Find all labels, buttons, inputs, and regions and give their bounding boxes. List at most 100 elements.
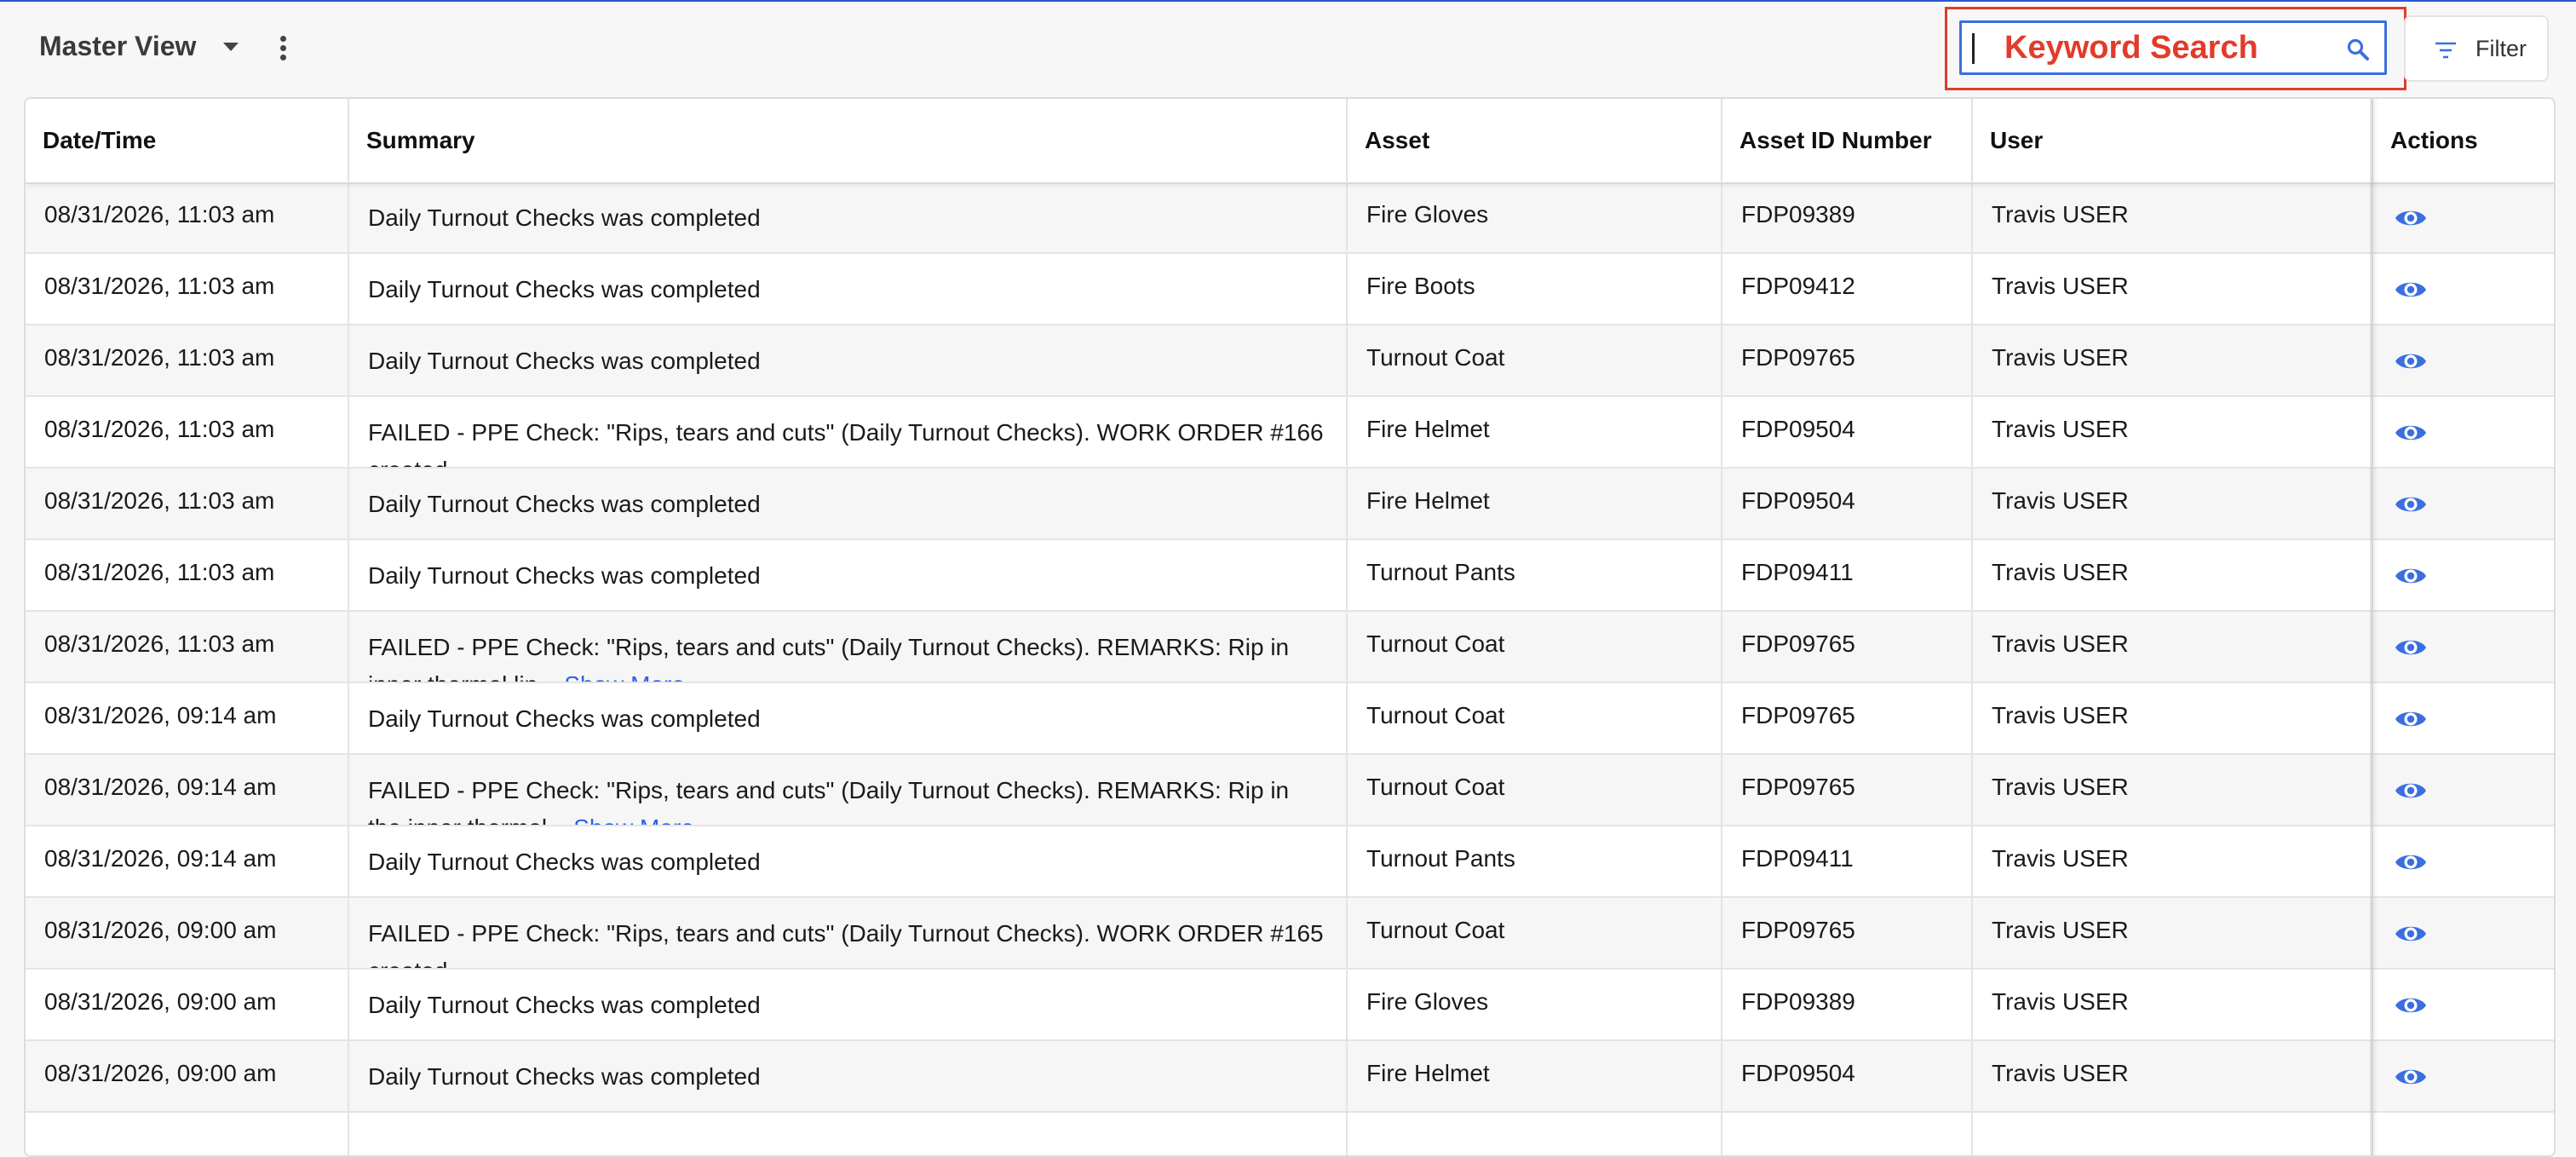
table-row[interactable]: 08/31/2026, 09:14 am Daily Turnout Checks…	[26, 826, 2554, 898]
cell-asset: Turnout Pants	[1348, 540, 1722, 610]
caret-down-icon[interactable]	[223, 43, 239, 51]
cell-asset-id-text: FDP09389	[1741, 201, 1855, 227]
cell-asset: Fire Helmet	[1348, 469, 1722, 538]
cell-asset-id: FDP09765	[1722, 325, 1973, 395]
cell-summary: FAILED - PPE Check: "Rips, tears and cut…	[349, 397, 1348, 467]
cell-asset-id: FDP09504	[1722, 397, 1973, 467]
table-header: Date/Time Summary Asset Asset ID Number …	[26, 99, 2554, 184]
cell-summary-text: FAILED - PPE Check: "Rips, tears and cut…	[368, 920, 1324, 968]
cell-asset: Turnout Coat	[1348, 683, 1722, 753]
cell-summary-text: FAILED - PPE Check: "Rips, tears and cut…	[368, 634, 1290, 682]
cell-datetime: 08/31/2026, 11:03 am	[26, 325, 349, 395]
cell-actions	[2373, 325, 2554, 395]
cell-asset-id: FDP09412	[1722, 254, 1973, 324]
table-row[interactable]: 08/31/2026, 09:14 am FAILED - PPE Check: …	[26, 755, 2554, 826]
cell-summary: Daily Turnout Checks was completed	[349, 683, 1348, 753]
cell-asset-id-text: FDP09765	[1741, 344, 1855, 371]
filter-button[interactable]: Filter	[2404, 15, 2549, 82]
view-eye-icon[interactable]	[2394, 1060, 2428, 1094]
cell-asset-id-text: FDP09765	[1741, 630, 1855, 657]
cell-datetime-text: 08/31/2026, 09:14 am	[44, 774, 277, 800]
cell-asset-id: FDP09765	[1722, 683, 1973, 753]
view-eye-icon[interactable]	[2394, 774, 2428, 808]
show-more-link[interactable]: Show More	[573, 815, 694, 825]
search-input[interactable]: Keyword Search	[1959, 20, 2387, 75]
view-eye-icon[interactable]	[2394, 845, 2428, 879]
cell-actions	[2373, 182, 2554, 252]
cell-asset-text: Turnout Coat	[1366, 774, 1505, 800]
search-icon[interactable]	[2345, 37, 2371, 62]
cell-asset-text: Fire Helmet	[1366, 1060, 1490, 1086]
cell-actions	[2373, 254, 2554, 324]
cell-user-text: Travis USER	[1992, 273, 2129, 299]
cell-user: Travis USER	[1973, 1041, 2373, 1111]
table-row[interactable]: 08/31/2026, 11:03 am Daily Turnout Checks…	[26, 325, 2554, 397]
cell-datetime-text: 08/31/2026, 09:00 am	[44, 988, 277, 1015]
cell-user-text: Travis USER	[1992, 988, 2129, 1015]
filter-icon	[2435, 42, 2456, 59]
cell-asset-text: Turnout Pants	[1366, 559, 1515, 585]
cell-asset-text: Turnout Coat	[1366, 630, 1505, 657]
cell-user: Travis USER	[1973, 182, 2373, 252]
table-row[interactable]: 08/31/2026, 09:00 am Daily Turnout Checks…	[26, 1041, 2554, 1113]
cell-asset-id-text: FDP09504	[1741, 416, 1855, 442]
cell-user: Travis USER	[1973, 970, 2373, 1039]
table-row[interactable]	[26, 1113, 2554, 1155]
search-placeholder: Keyword Search	[2004, 30, 2258, 66]
cell-asset: Fire Helmet	[1348, 1041, 1722, 1111]
cell-asset: Turnout Coat	[1348, 325, 1722, 395]
cell-summary: FAILED - PPE Check: "Rips, tears and cut…	[349, 898, 1348, 968]
table-row[interactable]: 08/31/2026, 09:00 am Daily Turnout Checks…	[26, 970, 2554, 1041]
view-eye-icon[interactable]	[2394, 487, 2428, 521]
column-header-summary[interactable]: Summary	[349, 99, 1348, 182]
table-row[interactable]: 08/31/2026, 09:14 am Daily Turnout Checks…	[26, 683, 2554, 755]
cell-asset	[1348, 1113, 1722, 1155]
cell-user	[1973, 1113, 2373, 1155]
show-more-link[interactable]: Show More	[564, 671, 685, 682]
table-row[interactable]: 08/31/2026, 11:03 am FAILED - PPE Check: …	[26, 397, 2554, 469]
column-header-asset-id[interactable]: Asset ID Number	[1722, 99, 1973, 182]
view-title[interactable]: Master View	[39, 31, 196, 62]
cell-user-text: Travis USER	[1992, 702, 2129, 728]
column-header-asset[interactable]: Asset	[1348, 99, 1722, 182]
cell-summary	[349, 1113, 1348, 1155]
view-eye-icon[interactable]	[2394, 917, 2428, 951]
table-row[interactable]: 08/31/2026, 11:03 am Daily Turnout Checks…	[26, 254, 2554, 325]
view-eye-icon[interactable]	[2394, 416, 2428, 450]
cell-asset-id-text: FDP09765	[1741, 774, 1855, 800]
cell-summary: Daily Turnout Checks was completed	[349, 540, 1348, 610]
cell-datetime-text: 08/31/2026, 11:03 am	[44, 559, 275, 585]
cell-datetime-text: 08/31/2026, 11:03 am	[44, 630, 275, 657]
cell-summary: Daily Turnout Checks was completed	[349, 1041, 1348, 1111]
kebab-menu-icon[interactable]	[278, 36, 288, 63]
table-row[interactable]: 08/31/2026, 11:03 am FAILED - PPE Check: …	[26, 612, 2554, 683]
view-eye-icon[interactable]	[2394, 988, 2428, 1022]
column-header-user[interactable]: User	[1973, 99, 2373, 182]
view-eye-icon[interactable]	[2394, 201, 2428, 235]
view-eye-icon[interactable]	[2394, 559, 2428, 593]
view-eye-icon[interactable]	[2394, 273, 2428, 307]
cell-datetime-text: 08/31/2026, 09:00 am	[44, 917, 277, 943]
cell-datetime: 08/31/2026, 09:00 am	[26, 970, 349, 1039]
cell-datetime-text: 08/31/2026, 11:03 am	[44, 344, 275, 371]
table-row[interactable]: 08/31/2026, 11:03 am Daily Turnout Checks…	[26, 540, 2554, 612]
table-row[interactable]: 08/31/2026, 09:00 am FAILED - PPE Check: …	[26, 898, 2554, 970]
view-eye-icon[interactable]	[2394, 344, 2428, 378]
table-row[interactable]: 08/31/2026, 11:03 am Daily Turnout Checks…	[26, 182, 2554, 254]
cell-asset-text: Turnout Pants	[1366, 845, 1515, 872]
cell-asset: Turnout Coat	[1348, 612, 1722, 682]
column-header-datetime[interactable]: Date/Time	[26, 99, 349, 182]
view-eye-icon[interactable]	[2394, 630, 2428, 665]
cell-asset-text: Turnout Coat	[1366, 917, 1505, 943]
cell-asset: Fire Gloves	[1348, 182, 1722, 252]
cell-user-text: Travis USER	[1992, 774, 2129, 800]
cell-asset-text: Fire Helmet	[1366, 416, 1490, 442]
view-eye-icon[interactable]	[2394, 702, 2428, 736]
cell-actions	[2373, 397, 2554, 467]
cell-datetime: 08/31/2026, 09:14 am	[26, 683, 349, 753]
cell-datetime: 08/31/2026, 11:03 am	[26, 469, 349, 538]
cell-asset: Turnout Pants	[1348, 826, 1722, 896]
table-row[interactable]: 08/31/2026, 11:03 am Daily Turnout Checks…	[26, 469, 2554, 540]
cell-asset-id-text: FDP09504	[1741, 487, 1855, 514]
cell-datetime: 08/31/2026, 11:03 am	[26, 182, 349, 252]
